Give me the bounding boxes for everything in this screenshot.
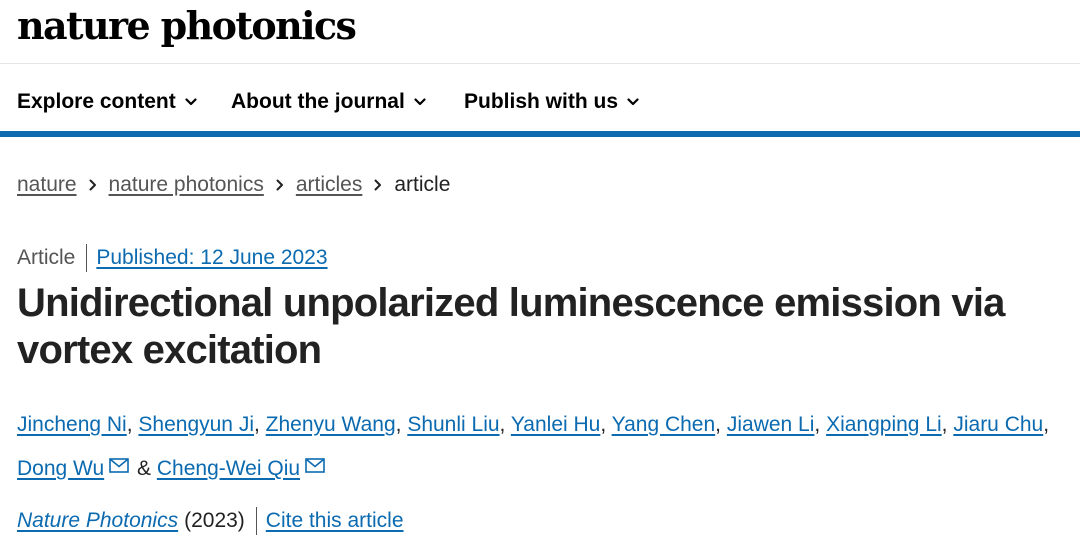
nav-about-journal[interactable]: About the journal bbox=[231, 89, 426, 115]
chevron-right-icon bbox=[276, 179, 284, 191]
author-link[interactable]: Yang Chen bbox=[612, 413, 716, 436]
author-link[interactable]: Jiaru Chu bbox=[953, 413, 1043, 436]
author-link[interactable]: Yanlei Hu bbox=[511, 413, 601, 436]
journal-name-link[interactable]: Nature Photonics bbox=[17, 509, 178, 533]
breadcrumb-articles[interactable]: articles bbox=[296, 173, 363, 197]
meta-divider bbox=[86, 244, 88, 272]
chevron-right-icon bbox=[374, 179, 382, 191]
breadcrumb-nature-photonics[interactable]: nature photonics bbox=[109, 173, 264, 197]
citation-line: Nature Photonics (2023) Cite this articl… bbox=[17, 506, 404, 536]
chevron-down-icon bbox=[185, 98, 197, 106]
journal-logo[interactable]: nature photonics bbox=[17, 2, 357, 50]
main-nav: Explore content About the journal Publis… bbox=[0, 65, 1080, 137]
publication-year: (2023) bbox=[184, 509, 245, 532]
author-link[interactable]: Shengyun Ji bbox=[138, 413, 254, 436]
citation-divider bbox=[255, 507, 257, 535]
chevron-down-icon bbox=[414, 98, 426, 106]
nav-explore-content[interactable]: Explore content bbox=[17, 89, 197, 115]
breadcrumb: nature nature photonics articles article bbox=[17, 171, 450, 199]
breadcrumb-current: article bbox=[394, 173, 451, 196]
breadcrumb-nature[interactable]: nature bbox=[17, 173, 77, 197]
article-type: Article bbox=[17, 246, 76, 269]
mail-icon[interactable] bbox=[109, 446, 129, 488]
article-meta: Article Published: 12 June 2023 bbox=[17, 243, 328, 273]
author-link[interactable]: Jiawen Li bbox=[727, 413, 815, 436]
author-list: Jincheng Ni, Shengyun Ji, Zhenyu Wang, S… bbox=[17, 404, 1057, 490]
nav-item-label: Explore content bbox=[17, 90, 176, 113]
author-link[interactable]: Jincheng Ni bbox=[17, 413, 127, 436]
author-link[interactable]: Dong Wu bbox=[17, 457, 104, 480]
nav-item-label: Publish with us bbox=[464, 90, 619, 113]
article-title: Unidirectional unpolarized luminescence … bbox=[17, 281, 1005, 372]
author-link[interactable]: Xiangping Li bbox=[826, 413, 942, 436]
mail-icon[interactable] bbox=[305, 446, 325, 488]
chevron-right-icon bbox=[89, 179, 97, 191]
nav-item-label: About the journal bbox=[231, 90, 405, 113]
author-link[interactable]: Shunli Liu bbox=[407, 413, 499, 436]
author-link[interactable]: Cheng-Wei Qiu bbox=[157, 457, 300, 480]
cite-this-article-link[interactable]: Cite this article bbox=[266, 509, 404, 533]
chevron-down-icon bbox=[627, 98, 639, 106]
nav-publish-with-us[interactable]: Publish with us bbox=[464, 89, 639, 115]
published-date-link[interactable]: Published: 12 June 2023 bbox=[96, 246, 327, 270]
masthead: nature photonics bbox=[0, 0, 1080, 64]
author-link[interactable]: Zhenyu Wang bbox=[266, 413, 396, 436]
